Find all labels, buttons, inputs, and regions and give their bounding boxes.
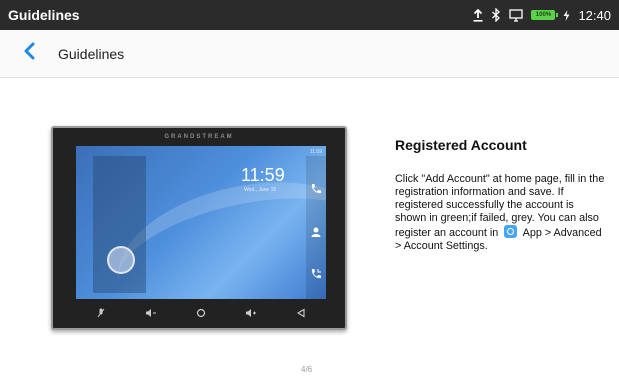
chevron-left-icon	[23, 42, 35, 65]
status-icons: 100% 12:40	[473, 8, 611, 23]
status-bar: Guidelines 100% 12:40	[0, 0, 619, 30]
battery-icon: 100%	[531, 10, 559, 20]
screen-icon	[509, 8, 524, 22]
phone-icon	[311, 184, 321, 194]
upload-icon	[473, 8, 483, 22]
device-screen: 11:59 11:59 Wed., June 16	[76, 146, 326, 299]
page-title: Guidelines	[58, 45, 125, 62]
device-clock: 11:59	[241, 165, 285, 185]
device-status-time: 11:59	[309, 149, 322, 155]
status-bar-title: Guidelines	[8, 7, 80, 23]
home-icon	[194, 308, 208, 320]
volume-up-icon	[244, 308, 258, 320]
bluetooth-icon	[491, 8, 501, 22]
call-log-icon	[311, 269, 321, 279]
charging-icon	[563, 9, 570, 21]
device-illustration: GRANDSTREAM 11:59 11:59 Wed., June 16	[51, 126, 347, 330]
add-account-circle	[107, 246, 135, 274]
guideline-slide[interactable]: GRANDSTREAM 11:59 11:59 Wed., June 16 Re…	[0, 79, 619, 391]
slide-description: Click "Add Account" at home page, fill i…	[395, 173, 605, 253]
device-date: Wed., June 16	[244, 187, 277, 193]
settings-app-icon	[504, 225, 518, 238]
mute-icon	[94, 308, 108, 320]
device-side-icons	[306, 156, 326, 299]
device-brand-label: GRANDSTREAM	[164, 134, 234, 140]
app-bar: Guidelines	[0, 30, 619, 78]
device-nav-bar	[76, 304, 326, 324]
contact-icon	[311, 227, 321, 237]
status-time: 12:40	[578, 7, 611, 23]
back-triangle-icon	[294, 308, 308, 320]
back-button[interactable]	[0, 30, 58, 78]
slide-heading: Registered Account	[395, 137, 527, 153]
volume-down-icon	[144, 308, 158, 320]
page-indicator: 4/6	[301, 365, 313, 374]
